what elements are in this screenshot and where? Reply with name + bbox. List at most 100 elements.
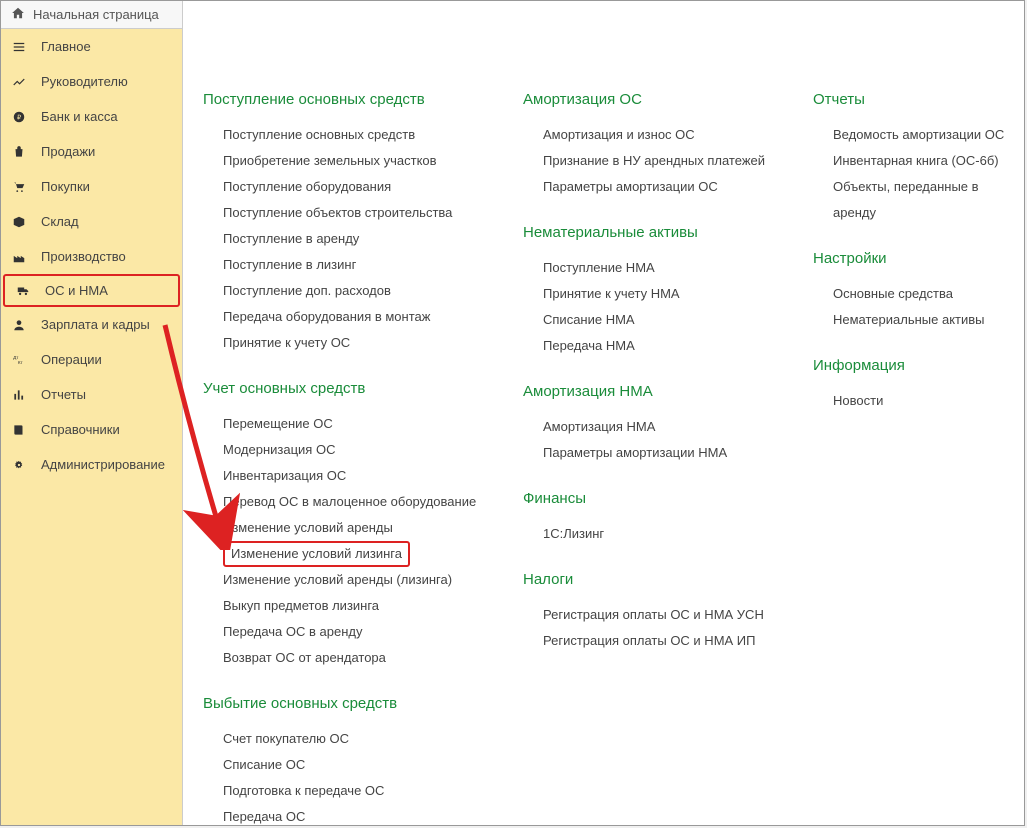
link-item[interactable]: Подготовка к передаче ОС	[223, 778, 493, 804]
link-item[interactable]: Списание НМА	[543, 307, 783, 333]
sidebar-item-manager[interactable]: Руководителю	[1, 64, 182, 99]
link-item[interactable]: Передача оборудования в монтаж	[223, 304, 493, 330]
sidebar-item-label: Продажи	[41, 144, 95, 159]
link-item[interactable]: Поступление доп. расходов	[223, 278, 493, 304]
link-list: Амортизация НМА Параметры амортизации НМ…	[543, 414, 783, 466]
link-item[interactable]: Списание ОС	[223, 752, 493, 778]
sidebar-item-bank[interactable]: ₽ Банк и касса	[1, 99, 182, 134]
svg-text:Дт: Дт	[13, 354, 19, 359]
section-title[interactable]: Амортизация НМА	[523, 383, 783, 400]
link-list: Основные средства Нематериальные активы	[833, 281, 1023, 333]
link-item[interactable]: Передача ОС	[223, 804, 493, 825]
sidebar-item-label: Зарплата и кадры	[41, 317, 150, 332]
link-item[interactable]: Выкуп предметов лизинга	[223, 593, 493, 619]
sidebar-item-main[interactable]: Главное	[1, 29, 182, 64]
section-title[interactable]: Настройки	[813, 250, 1023, 267]
operations-icon: ДтКт	[11, 353, 27, 367]
link-item[interactable]: Параметры амортизации ОС	[543, 174, 783, 200]
link-list: Ведомость амортизации ОС Инвентарная кни…	[833, 122, 1023, 226]
sidebar-item-admin[interactable]: Администрирование	[1, 447, 182, 482]
link-item-leasing-change[interactable]: Изменение условий лизинга	[223, 541, 410, 567]
sidebar-item-production[interactable]: Производство	[1, 239, 182, 274]
link-list: 1С:Лизинг	[543, 521, 783, 547]
link-item[interactable]: Принятие к учету ОС	[223, 330, 493, 356]
section-title[interactable]: Поступление основных средств	[203, 91, 493, 108]
sidebar-item-sales[interactable]: Продажи	[1, 134, 182, 169]
link-item[interactable]: Основные средства	[833, 281, 1023, 307]
sidebar-item-label: Справочники	[41, 422, 120, 437]
link-item[interactable]: Возврат ОС от арендатора	[223, 645, 493, 671]
sidebar-item-purchases[interactable]: Покупки	[1, 169, 182, 204]
section-title[interactable]: Налоги	[523, 571, 783, 588]
chart-icon	[11, 388, 27, 402]
link-item[interactable]: Принятие к учету НМА	[543, 281, 783, 307]
link-item[interactable]: Признание в НУ арендных платежей	[543, 148, 783, 174]
link-item[interactable]: Объекты, переданные в аренду	[833, 174, 1023, 226]
section-title[interactable]: Амортизация ОС	[523, 91, 783, 108]
link-item[interactable]: Амортизация НМА	[543, 414, 783, 440]
link-item[interactable]: Передача НМА	[543, 333, 783, 359]
link-item[interactable]: Поступление объектов строительства	[223, 200, 493, 226]
link-item[interactable]: Перемещение ОС	[223, 411, 493, 437]
column-2: Амортизация ОС Амортизация и износ ОС Пр…	[523, 91, 783, 805]
link-item[interactable]: Передача ОС в аренду	[223, 619, 493, 645]
person-icon	[11, 318, 27, 332]
menu-icon	[11, 40, 27, 54]
box-icon	[11, 215, 27, 229]
sidebar-item-label: Покупки	[41, 179, 90, 194]
link-list: Счет покупателю ОС Списание ОС Подготовк…	[223, 726, 493, 825]
sidebar-item-operations[interactable]: ДтКт Операции	[1, 342, 182, 377]
sidebar-item-salary[interactable]: Зарплата и кадры	[1, 307, 182, 342]
link-item[interactable]: Перевод ОС в малоценное оборудование	[223, 489, 493, 515]
link-item[interactable]: Поступление в аренду	[223, 226, 493, 252]
section-title[interactable]: Финансы	[523, 490, 783, 507]
link-item[interactable]: Регистрация оплаты ОС и НМА УСН	[543, 602, 783, 628]
column-1: Поступление основных средств Поступление…	[203, 91, 493, 805]
link-item[interactable]: Новости	[833, 388, 1023, 414]
link-item[interactable]: Нематериальные активы	[833, 307, 1023, 333]
link-item[interactable]: Изменение условий аренды	[223, 515, 493, 541]
section-title[interactable]: Учет основных средств	[203, 380, 493, 397]
column-3: Отчеты Ведомость амортизации ОС Инвентар…	[813, 91, 1023, 805]
link-item[interactable]: Поступление в лизинг	[223, 252, 493, 278]
link-list: Перемещение ОС Модернизация ОС Инвентари…	[223, 411, 493, 671]
factory-icon	[11, 250, 27, 264]
bag-icon	[11, 145, 27, 159]
link-item[interactable]: Модернизация ОС	[223, 437, 493, 463]
sidebar-item-label: ОС и НМА	[45, 283, 108, 298]
sidebar-item-reports[interactable]: Отчеты	[1, 377, 182, 412]
link-item[interactable]: Поступление оборудования	[223, 174, 493, 200]
link-item[interactable]: Поступление основных средств	[223, 122, 493, 148]
sidebar-item-warehouse[interactable]: Склад	[1, 204, 182, 239]
section-title[interactable]: Информация	[813, 357, 1023, 374]
link-item[interactable]: Инвентаризация ОС	[223, 463, 493, 489]
link-item[interactable]: Счет покупателю ОС	[223, 726, 493, 752]
sidebar-item-label: Руководителю	[41, 74, 128, 89]
home-bar[interactable]: Начальная страница	[1, 1, 182, 29]
sidebar-item-label: Операции	[41, 352, 102, 367]
link-list: Новости	[833, 388, 1023, 414]
link-item[interactable]: Поступление НМА	[543, 255, 783, 281]
cart-icon	[11, 180, 27, 194]
home-label: Начальная страница	[33, 7, 159, 22]
link-item[interactable]: Регистрация оплаты ОС и НМА ИП	[543, 628, 783, 654]
sidebar-item-os-nma[interactable]: ОС и НМА	[3, 274, 180, 307]
link-list: Поступление НМА Принятие к учету НМА Спи…	[543, 255, 783, 359]
sidebar-item-label: Отчеты	[41, 387, 86, 402]
link-item[interactable]: Приобретение земельных участков	[223, 148, 493, 174]
link-list: Амортизация и износ ОС Признание в НУ ар…	[543, 122, 783, 200]
link-item[interactable]: Параметры амортизации НМА	[543, 440, 783, 466]
sidebar-item-ref[interactable]: Справочники	[1, 412, 182, 447]
link-list: Поступление основных средств Приобретени…	[223, 122, 493, 356]
link-item[interactable]: Изменение условий аренды (лизинга)	[223, 567, 493, 593]
section-title[interactable]: Нематериальные активы	[523, 224, 783, 241]
link-item[interactable]: Инвентарная книга (ОС-6б)	[833, 148, 1023, 174]
section-title[interactable]: Выбытие основных средств	[203, 695, 493, 712]
svg-text:₽: ₽	[17, 114, 21, 121]
sidebar-item-label: Производство	[41, 249, 126, 264]
link-item[interactable]: Ведомость амортизации ОС	[833, 122, 1023, 148]
link-item[interactable]: 1С:Лизинг	[543, 521, 783, 547]
sidebar: Начальная страница Главное Руководителю …	[1, 1, 183, 825]
section-title[interactable]: Отчеты	[813, 91, 1023, 108]
link-item[interactable]: Амортизация и износ ОС	[543, 122, 783, 148]
